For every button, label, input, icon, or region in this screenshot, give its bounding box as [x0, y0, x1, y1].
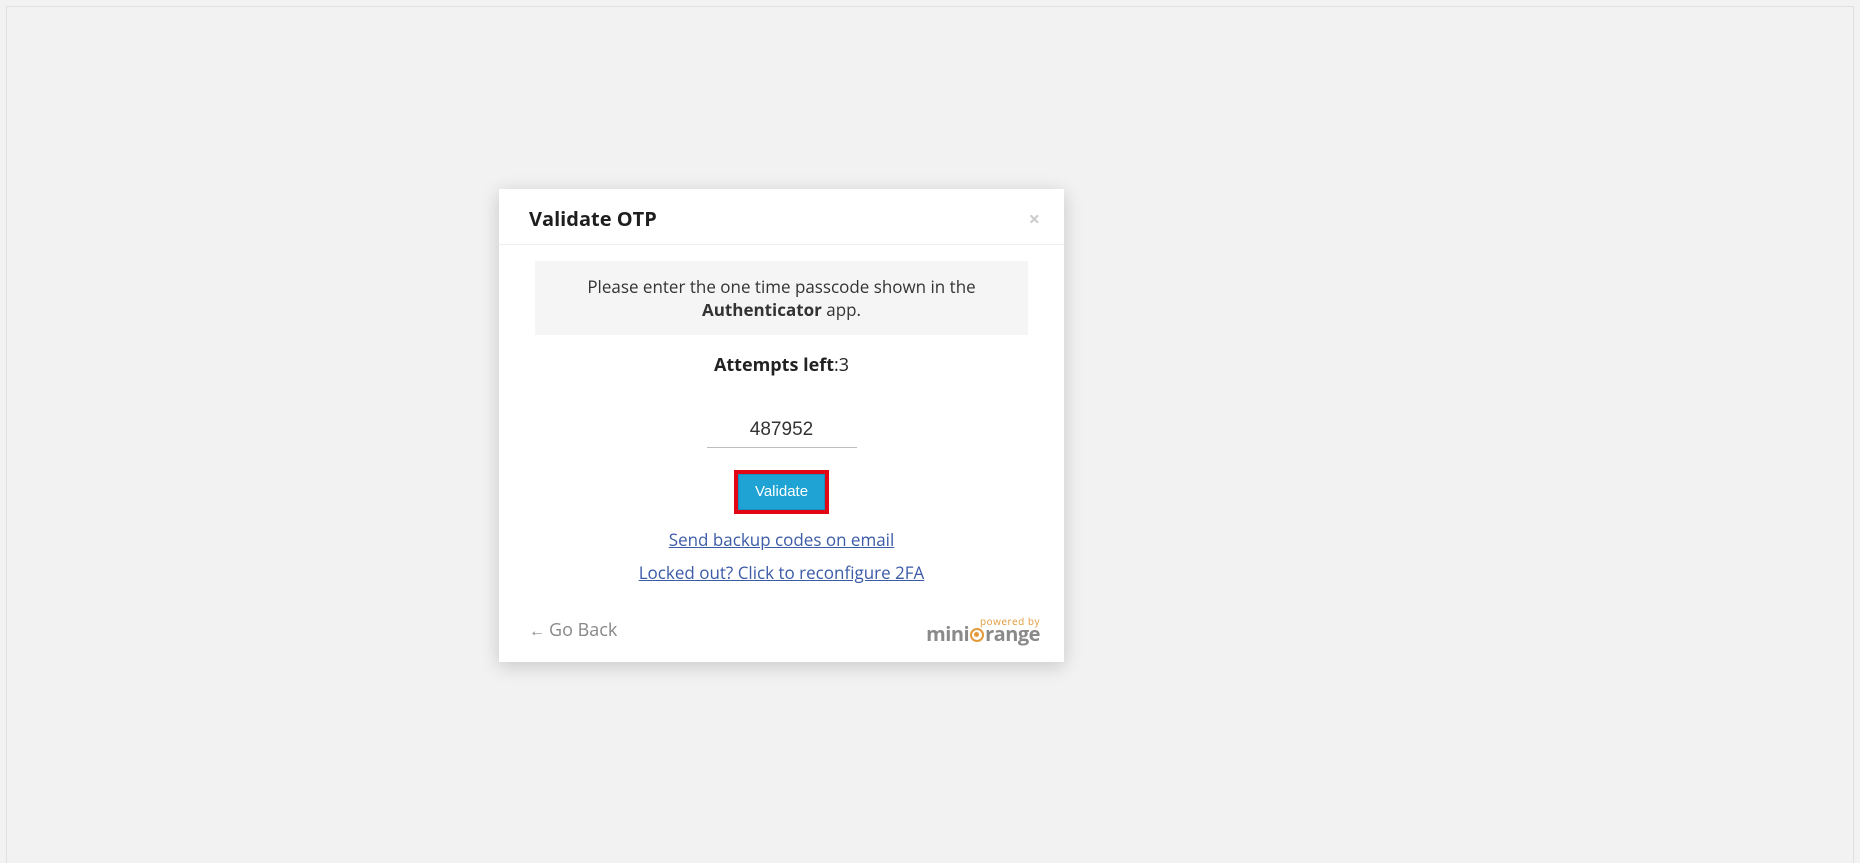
otp-input[interactable] — [707, 415, 857, 448]
brand-prefix: mini — [926, 620, 969, 647]
powered-by-badge: powered by minirange — [926, 616, 1040, 644]
attempts-label: Attempts left — [714, 353, 834, 377]
brand-logo: mini range — [926, 620, 1040, 647]
reconfigure-2fa-link[interactable]: Locked out? Click to reconfigure 2FA — [639, 561, 925, 584]
modal-title: Validate OTP — [529, 205, 657, 232]
info-banner: Please enter the one time passcode shown… — [535, 261, 1028, 335]
modal-header: Validate OTP × — [499, 189, 1064, 245]
backup-codes-row: Send backup codes on email — [523, 528, 1040, 551]
go-back-link[interactable]: ← Go Back — [529, 618, 617, 642]
otp-input-wrap — [523, 415, 1040, 448]
reconfigure-row: Locked out? Click to reconfigure 2FA — [523, 561, 1040, 584]
validate-button-wrap: Validate — [523, 470, 1040, 514]
attempts-value: 3 — [839, 353, 849, 377]
modal-body: Please enter the one time passcode shown… — [499, 245, 1064, 610]
attempts-left: Attempts left:3 — [523, 353, 1040, 377]
validate-otp-modal: Validate OTP × Please enter the one time… — [499, 189, 1064, 662]
send-backup-codes-link[interactable]: Send backup codes on email — [669, 528, 895, 551]
brand-suffix: range — [985, 620, 1040, 647]
go-back-label: Go Back — [549, 618, 617, 642]
brand-orange-icon — [970, 628, 984, 642]
info-text-prefix: Please enter the one time passcode shown… — [587, 275, 975, 298]
info-text-suffix: app. — [822, 298, 861, 321]
info-text-bold: Authenticator — [702, 298, 822, 321]
close-icon[interactable]: × — [1029, 209, 1040, 229]
modal-footer: ← Go Back powered by minirange — [499, 610, 1064, 662]
validate-button[interactable]: Validate — [738, 474, 825, 510]
validate-highlight-box: Validate — [734, 470, 829, 514]
arrow-left-icon: ← — [529, 619, 545, 641]
